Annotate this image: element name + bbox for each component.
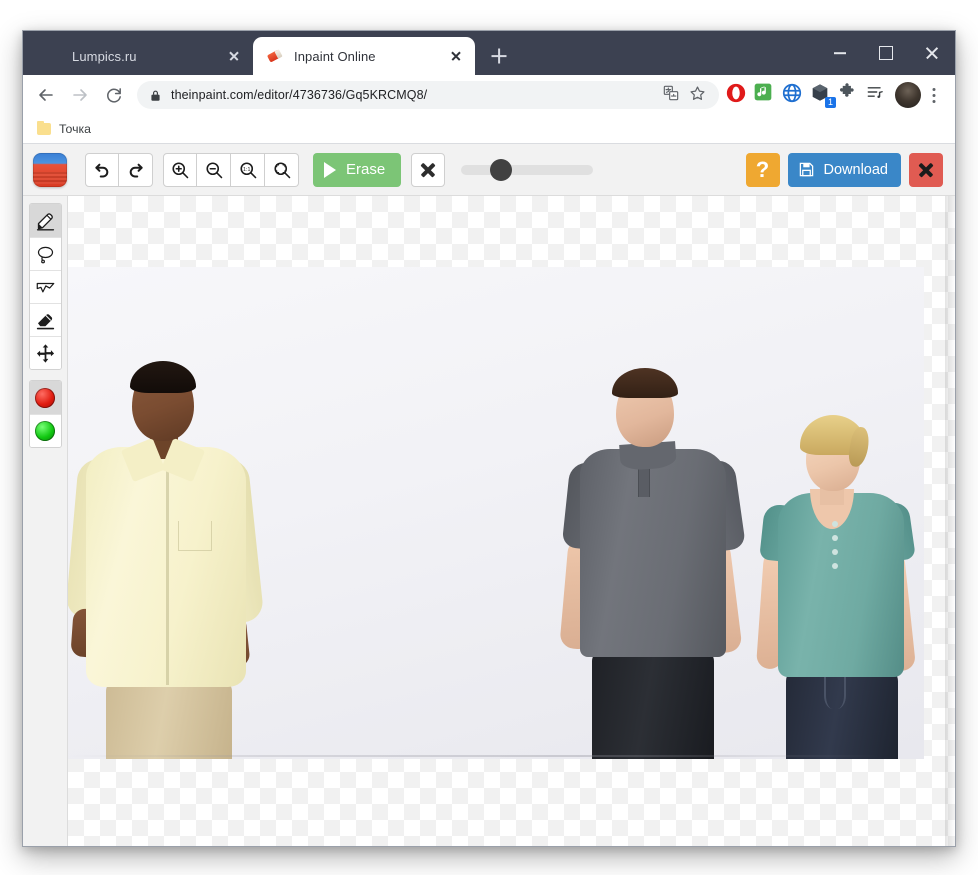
inpaint-logo-icon[interactable] — [33, 152, 67, 187]
browser-window: Lumpics.ru Inpaint Online theinpaint.com… — [22, 30, 956, 847]
folder-icon — [37, 120, 51, 135]
reload-icon[interactable] — [99, 80, 129, 110]
bookmark-star-icon[interactable] — [689, 85, 709, 105]
sidebar-item-eraser-tool[interactable] — [29, 303, 61, 336]
editor-toolbar: 1:1 Erase ? Download — [23, 144, 955, 196]
person-man-grey-polo — [559, 368, 747, 759]
tab-strip: Lumpics.ru Inpaint Online — [23, 31, 955, 75]
extension-icons: 1 — [725, 82, 891, 108]
floppy-disk-icon — [798, 161, 815, 178]
tool-sidebar — [23, 196, 68, 846]
marker-icon — [36, 213, 54, 231]
three-dot-menu-icon[interactable] — [921, 80, 947, 110]
browser-tab-inpaint[interactable]: Inpaint Online — [253, 37, 475, 75]
editor-body — [23, 196, 955, 846]
bookmark-label: Точка — [59, 122, 92, 136]
move-arrows-icon — [36, 343, 54, 363]
undo-button[interactable] — [85, 152, 119, 187]
play-triangle-icon — [324, 161, 336, 178]
close-editor-button[interactable] — [909, 152, 943, 187]
browser-tab-lumpics[interactable]: Lumpics.ru — [31, 37, 253, 75]
minimize-button[interactable] — [817, 31, 863, 75]
orange-slice-icon — [45, 48, 61, 64]
zoom-button-group: 1:1 — [163, 152, 299, 187]
zoom-actual-size-button[interactable]: 1:1 — [231, 152, 265, 187]
back-arrow-icon[interactable] — [31, 80, 61, 110]
close-window-button[interactable] — [909, 31, 955, 75]
erase-button-label: Erase — [346, 161, 386, 178]
avatar[interactable] — [895, 82, 921, 108]
red-circle-icon — [35, 387, 55, 408]
brush-size-thumb[interactable] — [489, 158, 512, 181]
bookmark-tochka[interactable]: Точка — [35, 120, 99, 138]
sidebar-item-marker-tool[interactable] — [29, 204, 61, 237]
eraser-icon — [36, 313, 54, 329]
sidebar-item-polygon-lasso-tool[interactable] — [29, 270, 61, 303]
maximize-button[interactable] — [863, 31, 909, 75]
polygon-lasso-icon — [36, 282, 54, 292]
sidebar-item-lasso-tool[interactable] — [29, 237, 61, 270]
marker-color-group — [28, 380, 62, 448]
address-bar[interactable]: theinpaint.com/editor/4736736/Gq5KRCMQ8/ — [137, 81, 719, 109]
drawing-tools-group — [28, 203, 62, 370]
help-button-label: ? — [755, 156, 770, 182]
lasso-icon — [37, 246, 53, 263]
cube-icon[interactable]: 1 — [809, 82, 836, 108]
opera-icon[interactable] — [725, 82, 751, 108]
photo-image[interactable] — [68, 267, 924, 759]
extension-badge: 1 — [825, 97, 836, 108]
green-circle-icon — [35, 421, 55, 441]
lock-icon — [149, 89, 162, 102]
red-marker-color-button[interactable] — [29, 381, 61, 414]
history-button-group — [85, 152, 153, 187]
zoom-out-button[interactable] — [197, 152, 231, 187]
person-man-yellow-shirt — [68, 361, 270, 759]
browser-toolbar: theinpaint.com/editor/4736736/Gq5KRCMQ8/ — [23, 75, 955, 115]
zoom-in-button[interactable] — [163, 152, 197, 187]
clear-selection-button[interactable] — [411, 152, 446, 187]
sidebar-item-move-tool[interactable] — [29, 336, 61, 369]
close-tab-icon[interactable] — [445, 45, 467, 67]
puzzle-piece-icon[interactable] — [837, 82, 863, 108]
erase-button[interactable]: Erase — [313, 152, 402, 187]
canvas-right-edge — [945, 196, 955, 846]
zoom-fit-button[interactable] — [265, 152, 299, 187]
url-text: theinpaint.com/editor/4736736/Gq5KRCMQ8/ — [171, 88, 428, 102]
person-woman-teal-top — [755, 415, 924, 759]
globe-icon[interactable] — [781, 82, 807, 108]
redo-button[interactable] — [119, 152, 153, 187]
eraser-icon — [267, 48, 283, 64]
close-tab-icon[interactable] — [223, 45, 245, 67]
music-note-icon[interactable] — [753, 82, 779, 108]
bookmarks-bar: Точка — [23, 115, 955, 144]
playlist-icon[interactable] — [865, 82, 891, 108]
forward-arrow-icon[interactable] — [65, 80, 95, 110]
tab-title: Lumpics.ru — [72, 48, 137, 64]
image-canvas[interactable] — [68, 196, 955, 846]
tab-title: Inpaint Online — [294, 48, 376, 64]
brush-size-slider[interactable] — [461, 158, 594, 181]
window-controls — [817, 31, 955, 75]
help-button[interactable]: ? — [745, 152, 780, 187]
svg-text:1:1: 1:1 — [243, 167, 250, 173]
download-button-label: Download — [823, 161, 889, 178]
green-marker-color-button[interactable] — [29, 414, 61, 447]
translate-icon[interactable] — [663, 85, 683, 105]
download-button[interactable]: Download — [787, 152, 901, 187]
new-tab-button[interactable] — [485, 42, 513, 70]
